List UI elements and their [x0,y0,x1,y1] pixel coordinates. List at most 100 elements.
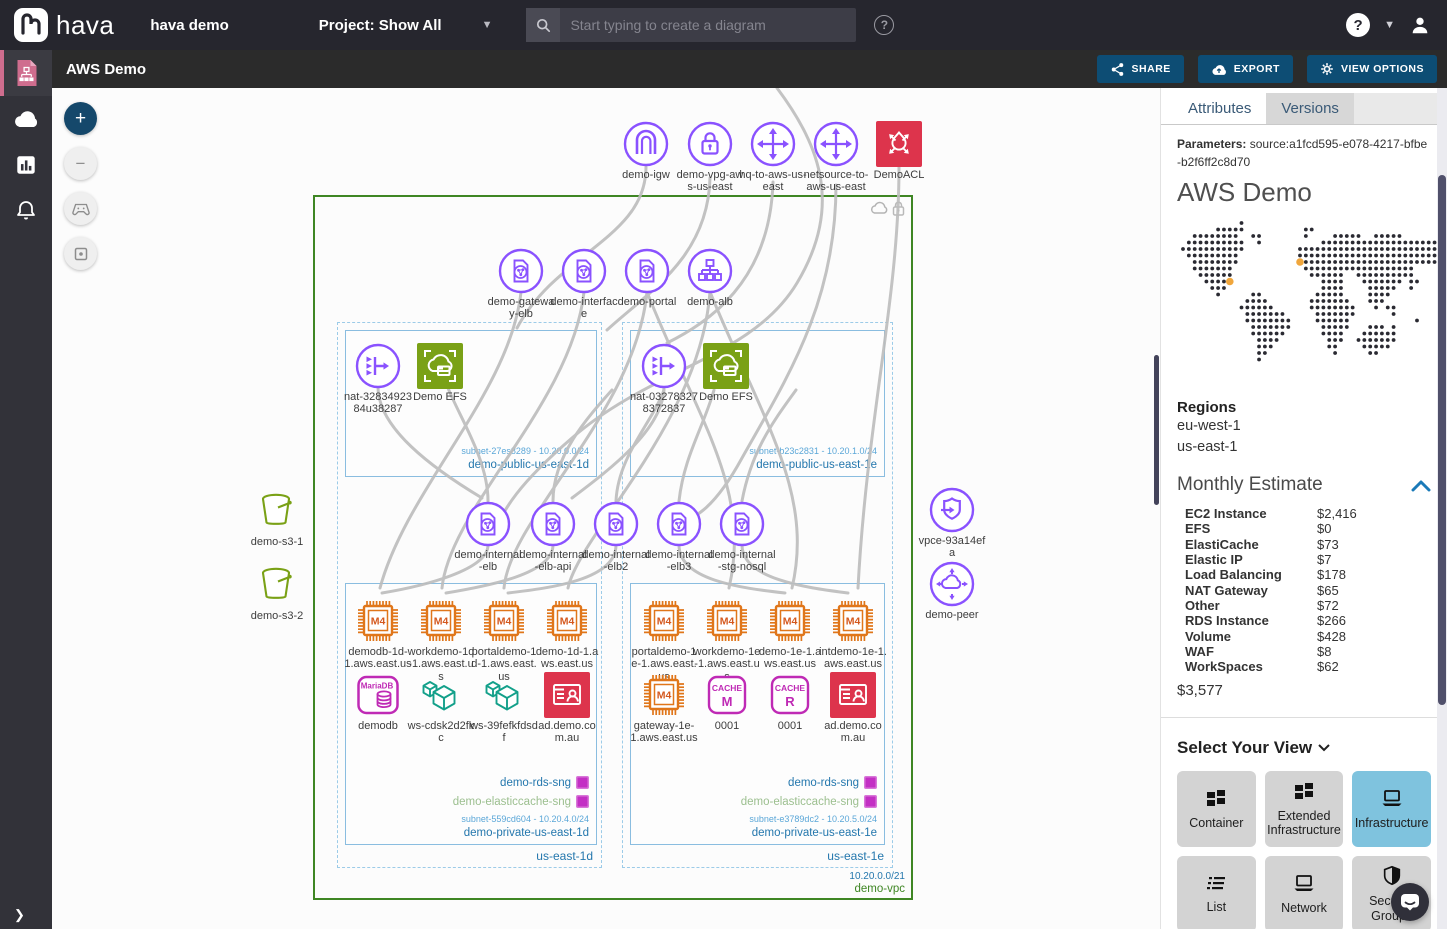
view-button-extended-infrastructure[interactable]: Extended Infrastructure [1265,771,1344,847]
diagram-title: AWS Demo [66,61,146,78]
sidebar-item-environments[interactable] [0,96,52,142]
node-label: demo-internal-elb-api [519,549,587,574]
node-label: demo-interface [550,296,618,321]
project-selector[interactable]: Project: Show All ▼ [319,17,493,34]
account-chevron-icon[interactable]: ▼ [1384,19,1395,31]
diagram-node-elb[interactable]: demo-portal [613,248,681,308]
sidebar-item-reports[interactable] [0,142,52,188]
diagram-node-vpce[interactable]: vpce-93a14efa [918,487,986,560]
view-button-infrastructure[interactable]: Infrastructure [1352,771,1431,847]
diagram-node-elb[interactable]: demo-gateway-elb [487,248,555,321]
diagram-node-m4[interactable]: M4workdemo-1d-1.aws.east.us [407,598,475,683]
node-label: demo-alb [676,296,744,308]
diagram-node-cache[interactable]: CACHER0001 [756,672,824,732]
diagram-node-vpn[interactable]: demo-vpg-aws-us-east [676,121,744,194]
diagram-node-elb[interactable]: demo-internal-elb2 [582,501,650,574]
diagram-node-acl[interactable]: DemoACL [865,121,933,181]
diagram-node-m4[interactable]: M4workdemo-1e-1.aws.east.us [693,598,761,683]
view-button-container[interactable]: Container [1177,771,1256,847]
laptop-icon [1291,872,1317,896]
cgw-icon [813,121,859,167]
security-group-label[interactable]: demo-rds-sng [788,776,877,789]
security-group-label[interactable]: demo-elasticcache-sng [453,795,589,808]
security-group-label[interactable]: demo-elasticcache-sng [741,795,877,808]
zoom-in-button[interactable]: + [64,102,97,135]
canvas-scrollbar-thumb[interactable] [1154,355,1159,505]
diagram-node-directory[interactable]: ad.demo.com.au [819,672,887,745]
share-icon [1110,62,1125,77]
svg-text:M4: M4 [783,616,798,628]
diagram-node-m4[interactable]: M4portaldemo-1e-1.aws.east.us [630,598,698,683]
sidebar-item-alerts[interactable] [0,188,52,234]
diagram-node-m4[interactable]: M4demodb-1d-1.aws.east.us [344,598,412,671]
diagram-node-m4[interactable]: M4gateway-1e-1.aws.east.us [630,672,698,745]
help-icon[interactable]: ? [1346,13,1370,37]
view-options-button[interactable]: VIEW OPTIONS [1307,55,1437,83]
search-icon[interactable] [526,8,560,42]
zoom-out-button[interactable]: − [64,147,97,180]
chat-widget-button[interactable] [1391,883,1429,921]
diagram-canvas[interactable]: + − 10.20.0.0/21 demo-vpc us-east-1d us-… [52,88,1160,929]
share-button[interactable]: SHARE [1097,55,1184,83]
alb-icon [687,248,733,294]
diagram-node-s3[interactable]: demo-s3-1 [243,488,311,548]
diagram-node-alb[interactable]: demo-alb [676,248,744,308]
diagram-node-nat[interactable]: nat-032783278372837 [630,343,698,416]
world-map [1177,218,1447,385]
diagram-node-m4[interactable]: M4portaldemo-1d-1.aws.east.us [470,598,538,683]
region-item: eu-west-1 [1177,416,1431,437]
diagram-node-elb[interactable]: demo-internal-elb3 [645,501,713,574]
diagram-node-directory[interactable]: ad.demo.com.au [533,672,601,745]
panel-scrollbar-thumb[interactable] [1438,175,1446,705]
collapse-chevron-icon[interactable] [1411,479,1431,492]
snapshot-button[interactable] [64,237,97,270]
tab-versions[interactable]: Versions [1266,93,1354,124]
gear-icon [1320,62,1334,76]
nat-icon [641,343,687,389]
diagram-node-efs[interactable]: Demo EFS [406,343,474,403]
tab-attributes[interactable]: Attributes [1173,93,1266,124]
search-input[interactable] [560,17,856,33]
pan-controller-button[interactable] [64,192,97,225]
security-group-label[interactable]: demo-rds-sng [500,776,589,789]
svg-text:M4: M4 [371,616,386,628]
diagram-node-elb[interactable]: demo-interface [550,248,618,321]
diagram-node-cache[interactable]: CACHEM0001 [693,672,761,732]
user-icon[interactable] [1409,14,1431,36]
svg-text:M4: M4 [434,616,449,628]
view-button-list[interactable]: List [1177,856,1256,929]
attributes-panel: Attributes Versions Parameters: source:a… [1160,88,1447,929]
export-button[interactable]: EXPORT [1198,55,1293,83]
diagram-node-workspaces[interactable]: ws-39fefkfdsdf [470,672,538,745]
svg-text:M4: M4 [560,616,575,628]
svg-text:M4: M4 [657,616,672,628]
elb-icon [593,501,639,547]
diagram-node-elb[interactable]: demo-internal-stg-nosql [708,501,776,574]
diagram-node-m4[interactable]: M4demo-1e-1.aws.east.us [756,598,824,671]
diagram-node-m4[interactable]: M4intdemo-1e-1.aws.east.us [819,598,887,671]
diagram-node-m4[interactable]: M4demo-1d-1.aws.east.us [533,598,601,671]
hava-logo[interactable]: hava [14,8,114,42]
diagram-node-cgw[interactable]: netsource-to-aws-us-east [802,121,870,194]
diagram-node-igw[interactable]: demo-igw [612,121,680,181]
diagram-node-cgw[interactable]: hq-to-aws-us-east [739,121,807,194]
m4-icon: M4 [830,598,876,644]
node-label: demo-s3-2 [243,610,311,622]
diagram-node-elb[interactable]: demo-internal-elb [454,501,522,574]
panel-scrollbar[interactable] [1437,88,1447,929]
view-button-label: Network [1281,901,1327,915]
diagram-node-workspaces[interactable]: ws-cdsk2d2fkc [407,672,475,745]
sidebar-expand-icon[interactable]: ❯ [0,907,52,923]
diagram-node-nat[interactable]: nat-3283492384u38287 [344,343,412,416]
view-button-label: Extended Infrastructure [1267,809,1342,838]
sidebar-item-diagrams[interactable] [0,50,52,96]
diagram-node-mariadb[interactable]: MariaDBdemodb [344,672,412,732]
diagram-node-elb[interactable]: demo-internal-elb-api [519,501,587,574]
node-label: demo-peer [918,609,986,621]
diagram-node-peering[interactable]: demo-peer [918,561,986,621]
search-help-icon[interactable]: ? [874,15,894,35]
chevron-down-icon[interactable] [1318,744,1330,752]
view-button-network[interactable]: Network [1265,856,1344,929]
diagram-node-efs[interactable]: Demo EFS [692,343,760,403]
diagram-node-s3[interactable]: demo-s3-2 [243,562,311,622]
